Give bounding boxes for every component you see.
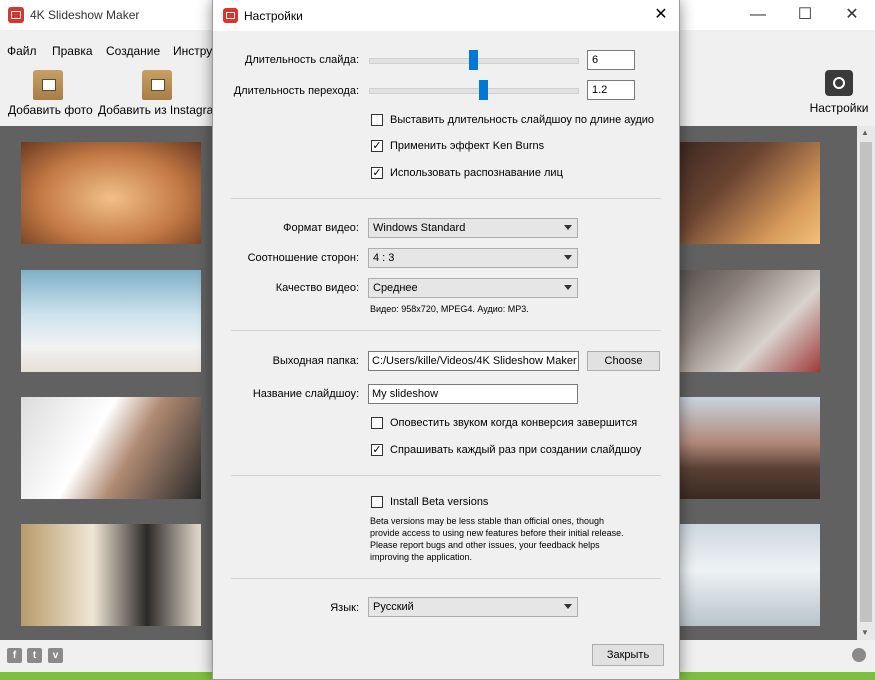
twitter-icon[interactable]: t — [27, 648, 42, 663]
ken-burns-checkbox[interactable]: ✓ — [371, 140, 383, 152]
menu-edit[interactable]: Правка — [52, 44, 93, 58]
photo-thumbnail[interactable] — [21, 142, 201, 244]
language-dropdown[interactable]: Русский — [368, 597, 578, 617]
ask-each-time-label: Спрашивать каждый раз при создании слайд… — [390, 444, 642, 456]
video-format-dropdown[interactable]: Windows Standard — [368, 218, 578, 238]
instagram-folder-icon — [142, 70, 172, 100]
beta-description-line: provide access to using new features bef… — [370, 528, 624, 538]
transition-duration-slider[interactable] — [478, 80, 488, 100]
transition-duration-label: Длительность перехода: — [233, 85, 359, 97]
video-quality-label: Качество видео: — [275, 282, 359, 294]
scrollbar-thumb[interactable] — [860, 142, 872, 622]
add-photo-button[interactable]: Добавить фото — [8, 70, 93, 117]
transition-duration-track[interactable] — [369, 88, 579, 94]
transition-duration-input[interactable]: 1.2 — [587, 80, 635, 100]
language-value: Русский — [373, 601, 414, 613]
beta-checkbox[interactable] — [371, 496, 383, 508]
video-quality-value: Среднее — [373, 282, 418, 294]
choose-folder-button[interactable]: Choose — [587, 351, 660, 371]
notify-sound-label: Оповестить звуком когда конверсия заверш… — [390, 417, 638, 429]
divider — [231, 578, 661, 579]
face-recognition-checkbox[interactable]: ✓ — [371, 167, 383, 179]
language-label: Язык: — [330, 602, 359, 614]
dialog-title: Настройки — [244, 9, 303, 23]
menu-create[interactable]: Создание — [106, 44, 160, 58]
add-photo-icon — [33, 70, 63, 100]
beta-description-line: Beta versions may be less stable than of… — [370, 516, 604, 526]
photo-thumbnail[interactable] — [21, 270, 201, 372]
notify-sound-checkbox[interactable] — [371, 417, 383, 429]
output-folder-label: Выходная папка: — [272, 355, 359, 367]
slide-duration-input[interactable]: 6 — [587, 50, 635, 70]
divider — [231, 475, 661, 476]
chevron-down-icon — [564, 255, 572, 260]
video-format-label: Формат видео: — [283, 222, 359, 234]
dialog-title-bar: Настройки ✕ — [213, 0, 679, 31]
slide-duration-label: Длительность слайда: — [244, 54, 359, 66]
output-folder-input[interactable]: C:/Users/kille/Videos/4K Slideshow Maker — [368, 351, 579, 371]
photo-thumbnail[interactable] — [21, 397, 201, 499]
dialog-app-icon — [223, 8, 238, 23]
grid-scrollbar[interactable]: ▲ ▼ — [857, 126, 875, 640]
beta-description-line: improving the application. — [370, 552, 473, 562]
settings-icon — [825, 70, 853, 96]
aspect-ratio-label: Соотношение сторон: — [247, 252, 359, 264]
beta-description: Beta versions may be less stable than of… — [370, 515, 624, 563]
aspect-ratio-dropdown[interactable]: 4 : 3 — [368, 248, 578, 268]
maximize-button[interactable]: ☐ — [782, 4, 828, 26]
add-photo-label: Добавить фото — [8, 103, 93, 117]
close-dialog-button[interactable]: Закрыть — [592, 644, 664, 666]
slideshow-name-label: Название слайдшоу: — [252, 388, 359, 400]
menu-file[interactable]: Файл — [7, 44, 37, 58]
settings-label: Настройки — [809, 101, 869, 115]
ask-each-time-checkbox[interactable]: ✓ — [371, 444, 383, 456]
divider — [231, 330, 661, 331]
video-info-text: Видео: 958x720, MPEG4. Аудио: MP3. — [370, 304, 529, 314]
ken-burns-label: Применить эффект Ken Burns — [390, 140, 545, 152]
video-format-value: Windows Standard — [373, 222, 466, 234]
chevron-down-icon — [564, 225, 572, 230]
settings-dialog: Настройки ✕ Длительность слайда: 6 Длите… — [212, 0, 680, 680]
chevron-down-icon — [564, 604, 572, 609]
fit-audio-label: Выставить длительность слайдшоу по длине… — [390, 114, 655, 126]
app-logo-icon — [8, 7, 24, 23]
dialog-close-icon[interactable]: ✕ — [649, 3, 673, 27]
vimeo-icon[interactable]: v — [48, 648, 63, 663]
photo-thumbnail[interactable] — [21, 524, 201, 626]
add-instagram-button[interactable]: Добавить из Instagram — [98, 70, 224, 117]
menu-tools[interactable]: Инстру — [173, 44, 212, 58]
chevron-down-icon — [564, 285, 572, 290]
video-quality-dropdown[interactable]: Среднее — [368, 278, 578, 298]
beta-description-line: Please report bugs and other issues, you… — [370, 540, 600, 550]
close-button[interactable]: ✕ — [829, 4, 875, 26]
aspect-ratio-value: 4 : 3 — [373, 252, 395, 264]
slide-duration-slider[interactable] — [468, 50, 478, 70]
facebook-icon[interactable]: f — [7, 648, 22, 663]
globe-icon[interactable] — [852, 648, 866, 662]
minimize-button[interactable]: — — [735, 4, 781, 26]
add-instagram-label: Добавить из Instagram — [98, 103, 224, 117]
face-recognition-label: Использовать распознавание лиц — [390, 167, 563, 179]
app-title: 4K Slideshow Maker — [30, 8, 140, 22]
scroll-down-icon[interactable]: ▼ — [861, 628, 869, 637]
slideshow-name-input[interactable]: My slideshow — [368, 384, 578, 404]
fit-audio-checkbox[interactable] — [371, 114, 383, 126]
scroll-up-icon[interactable]: ▲ — [861, 128, 869, 137]
divider — [231, 198, 661, 199]
beta-label: Install Beta versions — [390, 496, 489, 508]
settings-button[interactable]: Настройки — [806, 70, 872, 115]
